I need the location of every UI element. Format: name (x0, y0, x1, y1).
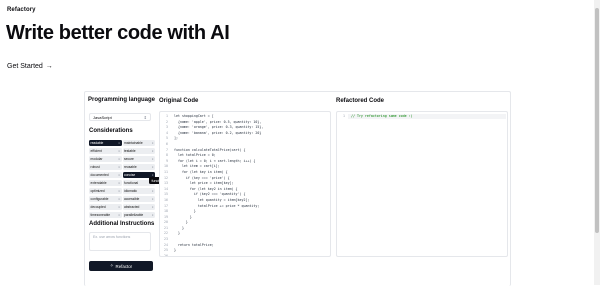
consideration-chip[interactable]: idiomatic × (122, 188, 155, 194)
remove-icon[interactable]: × (152, 189, 154, 193)
instructions-title: Additional Instructions (89, 221, 155, 227)
refactor-label: Refactor (115, 263, 133, 269)
chip-label: abstracted (124, 205, 140, 209)
remove-icon[interactable]: × (152, 165, 154, 169)
consideration-chip[interactable]: secure × (122, 156, 155, 162)
chip-label: configurable (90, 197, 109, 201)
remove-icon[interactable]: × (118, 189, 120, 193)
chip-label: testable (124, 149, 136, 153)
chip-label: secure (124, 157, 134, 161)
get-started-label: Get Started (7, 63, 43, 70)
language-value: JavaScript (93, 114, 112, 120)
consideration-chip[interactable]: efficient × (89, 148, 122, 154)
refactored-code-editor[interactable]: 1 // Try refactoring some code :) (336, 111, 508, 257)
code-text: // Try refactoring some code :) (351, 114, 413, 118)
consideration-chip[interactable]: parallelizable × (122, 212, 155, 218)
chip-label: functional (124, 181, 139, 185)
original-code-editor[interactable]: 1 2 3 4 5 6 7 8 9 10 11 12 13 14 15 16 1… (159, 111, 331, 257)
sparkle-icon: ✧ (109, 263, 114, 268)
instructions-input[interactable]: Ex. use arrow functions (89, 232, 151, 251)
chip-label: documented (90, 173, 109, 177)
chip-label: efficient (90, 149, 102, 153)
language-select[interactable]: JavaScript ⇕ (89, 113, 151, 121)
consideration-chip[interactable]: abstracted × (122, 204, 155, 210)
original-code-title: Original Code (159, 98, 199, 104)
line-numbers: 1 2 3 4 5 6 7 8 9 10 11 12 13 14 15 16 1… (164, 114, 168, 257)
remove-icon[interactable]: × (118, 149, 120, 153)
chip-label: maintainable (124, 141, 143, 145)
chevron-updown-icon: ⇕ (143, 114, 147, 120)
consideration-chip[interactable]: documented × (89, 172, 122, 178)
consideration-chip[interactable]: testable × (122, 148, 155, 154)
remove-icon[interactable]: × (118, 157, 120, 161)
chip-label: extendable (90, 181, 107, 185)
remove-icon[interactable]: × (152, 149, 154, 153)
remove-icon[interactable]: × (152, 205, 154, 209)
consideration-chip[interactable]: configurable × (89, 196, 122, 202)
chip-label: robust (90, 165, 100, 169)
remove-icon[interactable]: × (152, 197, 154, 201)
consideration-chip[interactable]: modular × (89, 156, 122, 162)
chip-label: optimized (90, 189, 105, 193)
remove-icon[interactable]: × (152, 141, 154, 145)
chip-label: accessible (124, 197, 140, 201)
consideration-chip[interactable]: extendable × (89, 180, 122, 186)
remove-icon[interactable]: × (152, 213, 154, 217)
hero-title: Write better code with AI (6, 22, 230, 44)
chip-label: readable (90, 141, 104, 145)
remove-icon[interactable]: × (118, 141, 120, 145)
chip-label: parallelizable (124, 213, 144, 217)
code-text: let shoppingCart = [ {name: 'apple', pri… (174, 114, 264, 253)
consideration-chip[interactable]: decoupled × (89, 204, 122, 210)
chip-label: modular (90, 157, 103, 161)
consideration-chip[interactable]: optimized × (89, 188, 122, 194)
chip-label: reusable (124, 165, 137, 169)
consideration-chip[interactable]: readable × (89, 140, 122, 146)
remove-icon[interactable]: × (118, 213, 120, 217)
refactor-button[interactable]: ✧ Refactor (89, 261, 153, 271)
chip-label: idiomatic (124, 189, 138, 193)
consideration-chip[interactable]: timezoneable × (89, 212, 122, 218)
refactored-code-title: Refactored Code (336, 98, 385, 104)
consideration-chip[interactable]: accessible × (122, 196, 155, 202)
refactor-panel: Programming language JavaScript ⇕ Consid… (84, 91, 511, 286)
page-scrollbar[interactable] (594, 0, 600, 285)
arrow-right-icon: → (45, 63, 53, 70)
remove-icon[interactable]: × (118, 197, 120, 201)
consideration-chip[interactable]: reusable × (122, 164, 155, 170)
chip-label: decoupled (90, 205, 106, 209)
consideration-chip[interactable]: maintainable × (122, 140, 155, 146)
language-title: Programming language (88, 97, 156, 103)
remove-icon[interactable]: × (118, 181, 120, 185)
line-numbers: 1 (343, 114, 345, 118)
chip-label: timezoneable (90, 213, 111, 217)
remove-icon[interactable]: × (118, 205, 120, 209)
remove-icon[interactable]: × (118, 165, 120, 169)
chip-label: concise (124, 173, 136, 177)
considerations-list: readable × maintainable × efficient × testable… (89, 140, 155, 218)
remove-icon[interactable]: × (118, 173, 120, 177)
get-started-link[interactable]: Get Started → (7, 63, 53, 70)
consideration-chip[interactable]: robust × (89, 164, 122, 170)
brand-name: Refactory (7, 7, 36, 13)
scrollbar-thumb[interactable] (595, 8, 599, 233)
remove-icon[interactable]: × (152, 157, 154, 161)
considerations-title: Considerations (89, 128, 133, 134)
